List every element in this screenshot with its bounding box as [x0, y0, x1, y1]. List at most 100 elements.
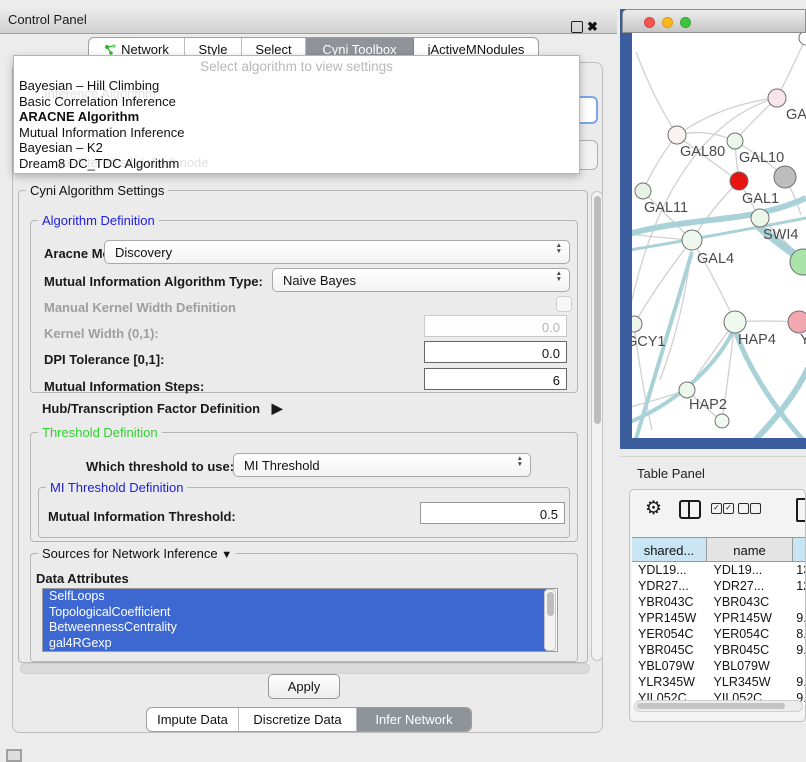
unchecked-checkbox-icon[interactable]	[738, 503, 749, 514]
table-column-header[interactable]: shared...	[632, 537, 707, 562]
table-cell: 9.	[793, 674, 806, 690]
data-attribute-item[interactable]: BetweennessCentrality	[43, 620, 551, 636]
mi-type-label: Mutual Information Algorithm Type:	[44, 274, 263, 289]
checked-checkbox-icon[interactable]: ✓	[723, 503, 734, 514]
network-node-label: SWI4	[763, 227, 798, 243]
network-graph: GAL8GAL80GAL10GAL1GAL11SWI4GAL4GCY1HAP4Y…	[632, 33, 806, 438]
table-column-header[interactable]: name	[707, 537, 793, 562]
network-node[interactable]	[682, 230, 702, 250]
tab-label: Impute Data	[157, 712, 228, 727]
tab-discretize-data[interactable]: Discretize Data	[239, 708, 357, 731]
table-row[interactable]: YLR345WYLR345W9.	[632, 674, 806, 690]
table-cell: YBR043C	[708, 594, 794, 610]
tab-infer-network[interactable]: Infer Network	[357, 708, 471, 731]
network-node[interactable]	[788, 311, 806, 333]
network-canvas[interactable]: GAL8GAL80GAL10GAL1GAL11SWI4GAL4GCY1HAP4Y…	[632, 33, 806, 438]
table-row[interactable]: YPR145WYPR145W9.	[632, 610, 806, 626]
table-horizontal-scrollbar[interactable]	[634, 700, 803, 712]
mi-threshold-input[interactable]	[420, 502, 565, 524]
mi-steps-input[interactable]	[424, 368, 567, 390]
network-node[interactable]	[799, 33, 806, 45]
data-attribute-item[interactable]: TopologicalCoefficient	[43, 605, 551, 621]
close-panel-icon[interactable]: ✖	[587, 19, 598, 35]
stepper-icon: ▲▼	[556, 243, 562, 254]
table-row[interactable]: YER054CYER054C8.	[632, 626, 806, 642]
settings-scrollbar[interactable]	[591, 191, 603, 661]
algorithm-option[interactable]: Bayesian – K2	[14, 140, 579, 156]
network-node[interactable]	[774, 166, 796, 188]
dpi-tolerance-input[interactable]	[424, 341, 567, 363]
network-node[interactable]	[751, 209, 769, 227]
network-node[interactable]	[724, 311, 746, 333]
table-row[interactable]: YBL079WYBL079W	[632, 658, 806, 674]
network-node[interactable]	[632, 316, 642, 332]
stepper-icon: ▲▼	[517, 456, 523, 467]
table-row[interactable]: YBR043CYBR043C	[632, 594, 806, 610]
algorithm-option[interactable]: Bayesian – Hill Climbing	[14, 78, 579, 94]
network-node[interactable]	[679, 382, 695, 398]
algorithm-option[interactable]: Mutual Information Inference	[14, 125, 579, 141]
stepper-icon: ▲▼	[556, 271, 562, 282]
table-cell: YDR27...	[708, 578, 794, 594]
collapsed-arrow-icon: ▶	[272, 400, 283, 416]
attributes-scrollbar-thumb[interactable]	[547, 592, 554, 616]
network-edge[interactable]	[636, 52, 677, 135]
settings-horizontal-scrollbar[interactable]	[20, 663, 590, 674]
network-node-label: GAL10	[739, 150, 784, 166]
algorithm-option[interactable]: Dream8 DC_TDC Algorithm	[14, 156, 579, 172]
network-edge[interactable]	[643, 135, 677, 191]
mi-type-select[interactable]: Naive Bayes ▲▼	[272, 268, 570, 292]
minimize-window-icon[interactable]	[662, 17, 673, 28]
float-panel-icon[interactable]	[571, 21, 583, 33]
network-node[interactable]	[715, 414, 729, 428]
data-attribute-item[interactable]: SelfLoops	[43, 589, 551, 605]
settings-scrollbar-thumb[interactable]	[594, 196, 601, 424]
dpi-tolerance-label: DPI Tolerance [0,1]:	[44, 352, 164, 367]
aracne-mode-select[interactable]: Discovery ▲▼	[104, 240, 570, 264]
network-node-label: HAP4	[738, 332, 776, 348]
data-attribute-item[interactable]: gal4RGexp	[43, 636, 551, 652]
sources-group-toggle[interactable]: Sources for Network Inference ▼	[38, 546, 236, 561]
network-node[interactable]	[768, 89, 786, 107]
network-window-titlebar[interactable]	[622, 9, 806, 33]
mi-type-value: Naive Bayes	[283, 273, 356, 288]
table-row[interactable]: YDR27...YDR27...12	[632, 578, 806, 594]
which-threshold-value: MI Threshold	[244, 458, 320, 473]
network-node[interactable]	[730, 172, 748, 190]
network-edge[interactable]	[677, 98, 777, 135]
tab-impute-data[interactable]: Impute Data	[147, 708, 239, 731]
gear-icon[interactable]: ⚙	[645, 497, 662, 520]
table-cell: 9.	[793, 610, 806, 626]
table-cell: YDL19...	[708, 562, 794, 578]
network-node-label: GAL80	[680, 144, 725, 160]
algorithm-option[interactable]: ARACNE Algorithm	[14, 109, 579, 125]
attributes-list-scrollbar[interactable]	[544, 589, 556, 651]
table-row[interactable]: YBR045CYBR045C9.	[632, 642, 806, 658]
table-row[interactable]: YDL19...YDL19...13	[632, 562, 806, 578]
table-hscroll-thumb[interactable]	[637, 703, 785, 709]
unchecked-checkbox-icon[interactable]	[750, 503, 761, 514]
control-panel-titlebar[interactable]: Control Panel ✖	[0, 8, 617, 34]
apply-button[interactable]: Apply	[268, 674, 340, 699]
node-table: shared...nameYDL19...YDL19...13YDR27...Y…	[632, 537, 806, 706]
hub-section-toggle[interactable]: Hub/Transcription Factor Definition ▶	[42, 400, 283, 417]
algorithm-option[interactable]: Basic Correlation Inference	[14, 94, 579, 110]
which-threshold-select[interactable]: MI Threshold ▲▼	[233, 453, 531, 477]
network-node[interactable]	[635, 183, 651, 199]
new-table-icon[interactable]	[796, 498, 806, 522]
dock-panel-icon[interactable]	[6, 749, 22, 762]
close-window-icon[interactable]	[644, 17, 655, 28]
manual-kernel-checkbox[interactable]	[556, 296, 572, 312]
split-columns-icon[interactable]	[679, 500, 701, 519]
data-attributes-list[interactable]: SelfLoopsTopologicalCoefficientBetweenne…	[42, 588, 558, 652]
table-column-header[interactable]	[793, 537, 806, 562]
table-cell: YDR27...	[632, 578, 708, 594]
table-cell: 9.	[793, 642, 806, 658]
checked-checkbox-icon[interactable]: ✓	[711, 503, 722, 514]
mi-threshold-group-title: MI Threshold Definition	[46, 480, 187, 495]
network-node-label: HAP2	[689, 397, 727, 413]
kernel-width-input[interactable]	[424, 315, 567, 337]
network-node[interactable]	[668, 126, 686, 144]
zoom-window-icon[interactable]	[680, 17, 691, 28]
network-node[interactable]	[727, 133, 743, 149]
